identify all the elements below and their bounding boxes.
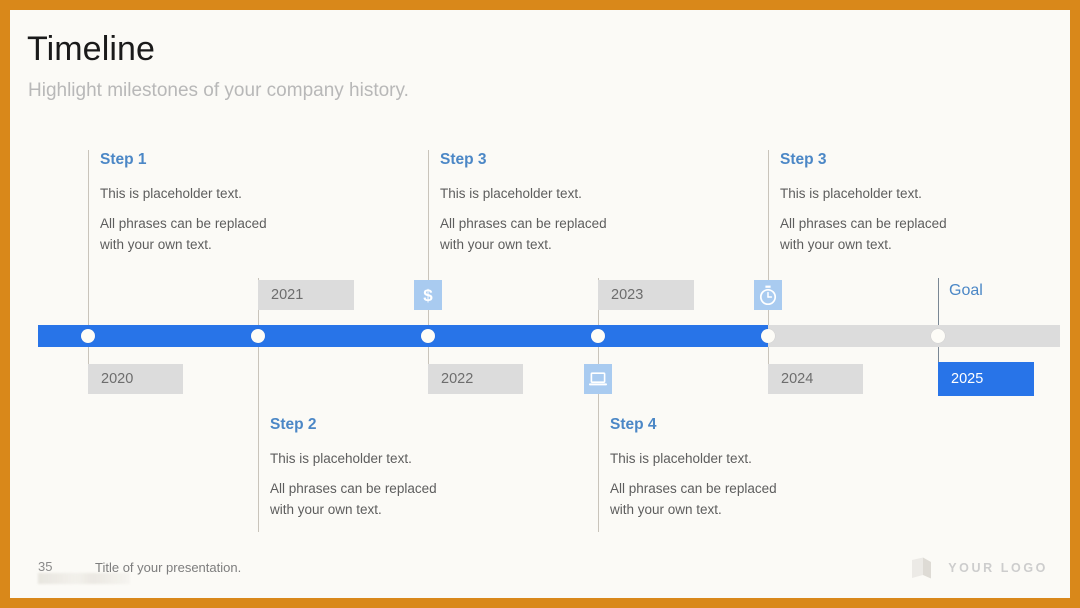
goal-label: Goal xyxy=(949,282,983,299)
step-title: Step 3 xyxy=(440,151,487,168)
step-line-2: All phrases can be replaced xyxy=(780,216,947,231)
step-line-1: This is placeholder text. xyxy=(100,186,242,201)
step-line-3: with your own text. xyxy=(270,502,382,517)
timeline-node-2021[interactable] xyxy=(251,329,265,343)
step-block-3: Step 3 This is placeholder text. All phr… xyxy=(429,151,607,255)
stopwatch-icon-chip[interactable] xyxy=(754,280,782,310)
footer-logo: YOUR LOGO xyxy=(909,556,1048,580)
step-line-3: with your own text. xyxy=(610,502,722,517)
year-label-2025: 2025 xyxy=(938,362,1034,396)
footer-presentation-title: Title of your presentation. xyxy=(95,560,242,575)
step-line-1: This is placeholder text. xyxy=(440,186,582,201)
timeline-track[interactable] xyxy=(38,325,1060,347)
step-line-2: All phrases can be replaced xyxy=(610,481,777,496)
dollar-icon: $ xyxy=(423,286,433,305)
page-number: 35 xyxy=(38,559,53,574)
step-block-5: Step 3 This is placeholder text. All phr… xyxy=(769,151,947,255)
year-label-2022: 2022 xyxy=(428,364,523,394)
laptop-icon xyxy=(589,371,607,385)
step-title: Step 1 xyxy=(100,151,147,168)
step-line-2: All phrases can be replaced xyxy=(270,481,437,496)
timeline-progress-fill xyxy=(38,325,768,347)
timeline-node-2024[interactable] xyxy=(761,329,775,343)
step-line-2: All phrases can be replaced xyxy=(440,216,607,231)
timeline-node-2025[interactable] xyxy=(931,329,945,343)
timeline-node-2023[interactable] xyxy=(591,329,605,343)
dollar-icon-chip[interactable]: $ xyxy=(414,280,442,310)
timeline-node-2020[interactable] xyxy=(81,329,95,343)
slide-canvas: Timeline Highlight milestones of your co… xyxy=(10,10,1070,598)
page-title: Timeline xyxy=(27,30,156,68)
step-title: Step 4 xyxy=(610,416,657,433)
step-line-1: This is placeholder text. xyxy=(780,186,922,201)
year-label-2023: 2023 xyxy=(598,280,694,310)
step-block-4: Step 4 This is placeholder text. All phr… xyxy=(599,416,779,520)
logo-text: YOUR LOGO xyxy=(948,561,1048,575)
step-title: Step 3 xyxy=(780,151,827,168)
laptop-icon-chip[interactable] xyxy=(584,364,612,394)
year-label-2024: 2024 xyxy=(768,364,863,394)
step-line-2: All phrases can be replaced xyxy=(100,216,267,231)
svg-text:$: $ xyxy=(423,286,433,305)
year-label-2020: 2020 xyxy=(88,364,183,394)
step-block-1: Step 1 This is placeholder text. All phr… xyxy=(89,151,267,255)
step-block-2: Step 2 This is placeholder text. All phr… xyxy=(259,416,439,520)
timeline-node-2022[interactable] xyxy=(421,329,435,343)
year-label-2021: 2021 xyxy=(258,280,354,310)
step-line-3: with your own text. xyxy=(100,237,212,252)
logo-icon xyxy=(909,556,935,580)
slide-timeline: Timeline Highlight milestones of your co… xyxy=(0,0,1080,608)
stopwatch-icon xyxy=(759,285,777,305)
step-line-1: This is placeholder text. xyxy=(270,451,412,466)
step-line-3: with your own text. xyxy=(780,237,892,252)
step-line-1: This is placeholder text. xyxy=(610,451,752,466)
page-subtitle: Highlight milestones of your company his… xyxy=(28,80,409,101)
step-title: Step 2 xyxy=(270,416,317,433)
step-line-3: with your own text. xyxy=(440,237,552,252)
